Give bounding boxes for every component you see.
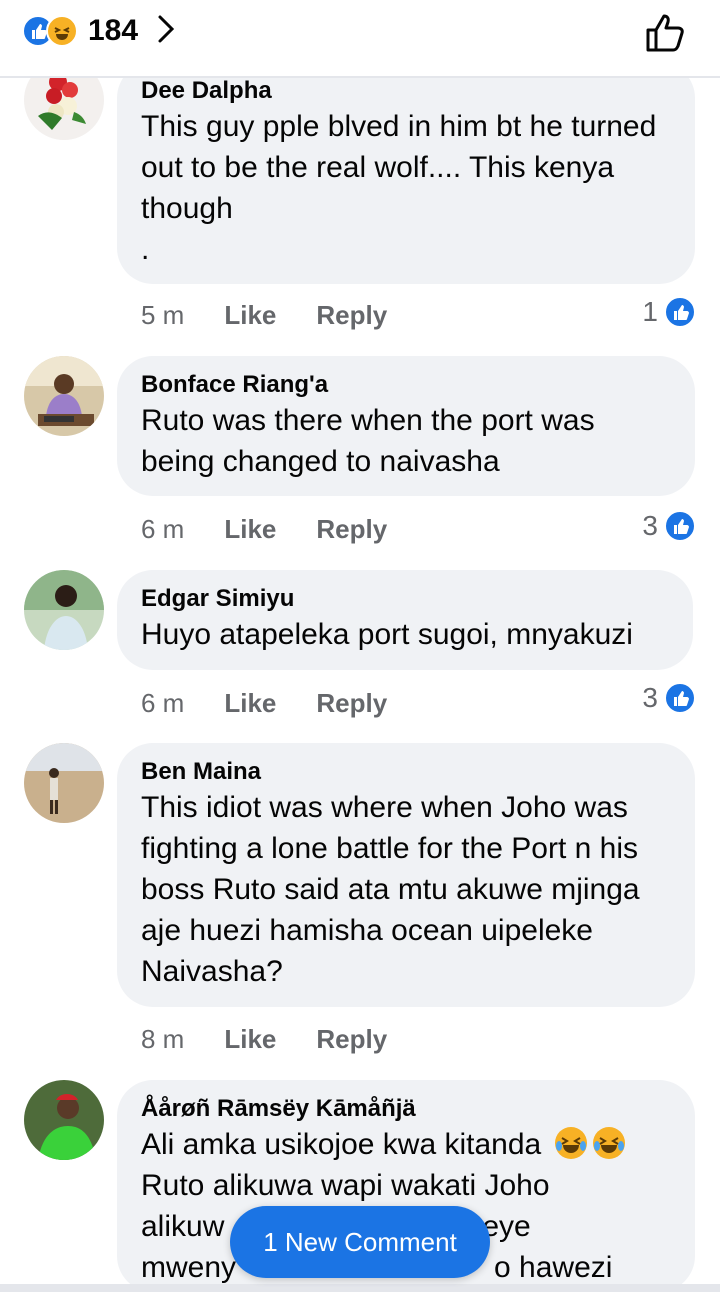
reply-link[interactable]: Reply bbox=[316, 514, 387, 545]
reaction-count: 3 bbox=[642, 510, 658, 541]
haha-icon bbox=[46, 15, 78, 47]
comment-text-line: Ruto alikuwa wapi wakati Joho bbox=[141, 1169, 550, 1202]
comment-reactions[interactable]: 3 bbox=[642, 510, 696, 542]
comment-text: Huyo atapeleka port sugoi, mnyakuzi bbox=[141, 618, 633, 651]
comment-actions: 6 m Like Reply bbox=[141, 688, 387, 719]
comment-text-fragment: alikuw bbox=[141, 1210, 225, 1243]
commenter-name[interactable]: Dee Dalpha bbox=[141, 76, 671, 106]
reaction-count: 184 bbox=[88, 14, 139, 47]
comment-bubble[interactable]: Dee Dalpha This guy pple blved in him bt… bbox=[117, 62, 695, 284]
laughing-tears-emoji-icon bbox=[554, 1126, 588, 1160]
commenter-name[interactable]: Åårøñ Rāmsëy Kāmåñjä bbox=[141, 1094, 671, 1124]
avatar[interactable] bbox=[24, 570, 104, 650]
avatar[interactable] bbox=[24, 1080, 104, 1160]
like-link[interactable]: Like bbox=[224, 514, 276, 545]
comment-text: This idiot was where when Joho was fight… bbox=[141, 791, 640, 988]
comment-bubble[interactable]: Ben Maina This idiot was where when Joho… bbox=[117, 743, 695, 1007]
commenter-name[interactable]: Bonface Riang'a bbox=[141, 370, 671, 400]
comment-bubble[interactable]: Bonface Riang'a Ruto was there when the … bbox=[117, 356, 695, 496]
bottom-divider bbox=[0, 1284, 720, 1292]
like-icon bbox=[664, 510, 696, 542]
comment-time: 6 m bbox=[141, 514, 185, 544]
new-comment-button[interactable]: 1 New Comment bbox=[230, 1206, 490, 1278]
like-link[interactable]: Like bbox=[224, 300, 276, 331]
chevron-right-icon[interactable] bbox=[156, 13, 176, 50]
reply-link[interactable]: Reply bbox=[316, 688, 387, 719]
comment-text-fragment: mweny bbox=[141, 1251, 237, 1284]
reaction-summary[interactable]: 184 bbox=[22, 12, 176, 50]
like-link[interactable]: Like bbox=[224, 1024, 276, 1055]
comment-time: 6 m bbox=[141, 688, 185, 718]
comment-actions: 6 m Like Reply bbox=[141, 514, 387, 545]
like-link[interactable]: Like bbox=[224, 688, 276, 719]
comment-bubble[interactable]: Edgar Simiyu Huyo atapeleka port sugoi, … bbox=[117, 570, 693, 670]
comment-reactions[interactable]: 3 bbox=[642, 682, 696, 714]
like-button-icon[interactable] bbox=[642, 8, 690, 61]
comment-text-line: Ali amka usikojoe kwa kitanda bbox=[141, 1128, 542, 1161]
commenter-name[interactable]: Edgar Simiyu bbox=[141, 584, 669, 614]
reply-link[interactable]: Reply bbox=[316, 300, 387, 331]
comment-time: 8 m bbox=[141, 1024, 185, 1054]
comment-text: This guy pple blved in him bt he turned … bbox=[141, 110, 657, 266]
like-icon bbox=[664, 296, 696, 328]
reactions-header: 184 bbox=[0, 0, 720, 78]
reply-link[interactable]: Reply bbox=[316, 1024, 387, 1055]
like-icon bbox=[664, 682, 696, 714]
commenter-name[interactable]: Ben Maina bbox=[141, 757, 671, 787]
comment-time: 5 m bbox=[141, 300, 185, 330]
laughing-tears-emoji-icon bbox=[592, 1126, 626, 1160]
avatar[interactable] bbox=[24, 743, 104, 823]
comment-text: Ruto was there when the port was being c… bbox=[141, 404, 595, 478]
comment-text-fragment: o hawezi bbox=[494, 1251, 613, 1284]
reaction-count: 3 bbox=[642, 682, 658, 713]
comment-actions: 8 m Like Reply bbox=[141, 1024, 387, 1055]
comment-reactions[interactable]: 1 bbox=[642, 296, 696, 328]
comment-actions: 5 m Like Reply bbox=[141, 300, 387, 331]
reaction-count: 1 bbox=[642, 296, 658, 327]
avatar[interactable] bbox=[24, 356, 104, 436]
